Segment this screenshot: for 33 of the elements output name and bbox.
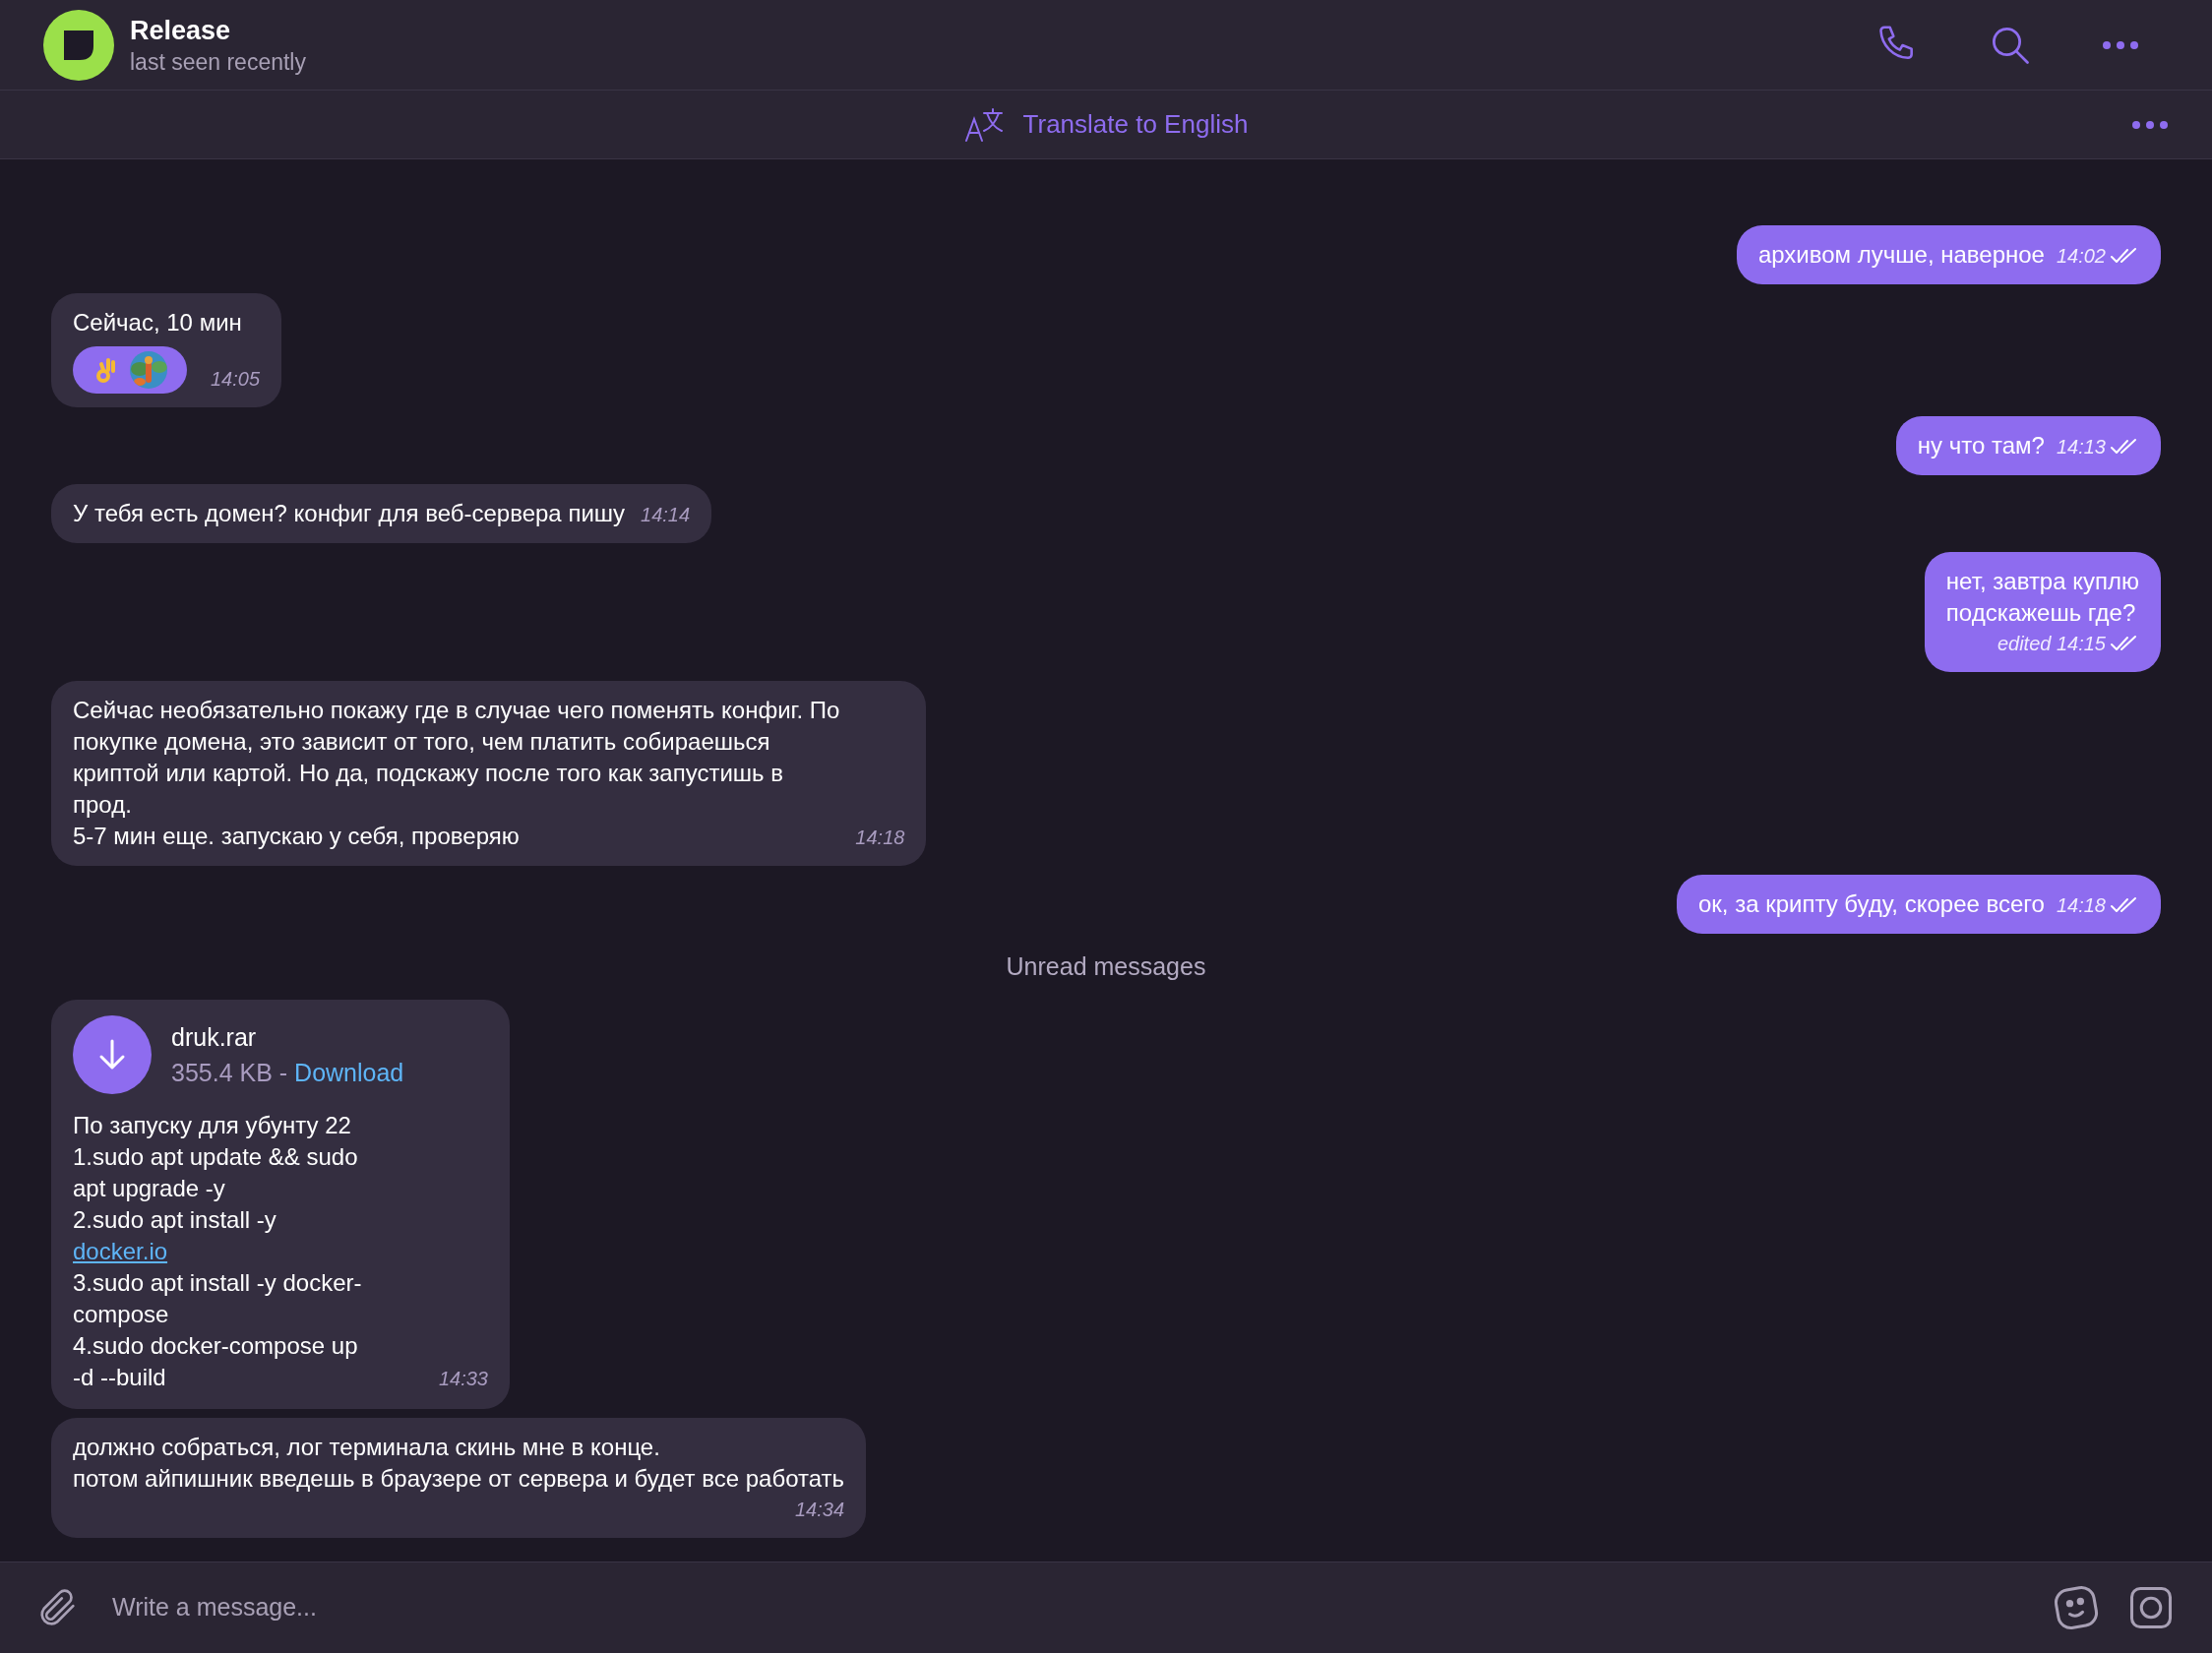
file-size: 355.4 KB - [171, 1058, 289, 1088]
message-time: 14:05 [211, 366, 261, 392]
message-input[interactable]: Write a message... [112, 1589, 2027, 1626]
file-name: druk.rar [171, 1022, 258, 1053]
more-icon[interactable] [2131, 120, 2169, 130]
message-text: Сейчас, 10 мин [73, 307, 243, 337]
message-text: нет, завтра куплю подскажешь где? [1945, 566, 2139, 628]
message-time: 14:18 [2056, 892, 2106, 918]
message-time: 14:18 [855, 825, 905, 850]
more-icon[interactable] [2102, 39, 2139, 50]
message-text: должно собраться, лог терминала скинь мне в конце. потом айпишник введешь в браузере от сервера и будет все работать [73, 1433, 845, 1494]
translate-icon [963, 106, 1004, 143]
logo-icon [62, 28, 95, 62]
contact-status: last seen recently [130, 47, 306, 77]
translate-button[interactable]: Translate to English [963, 105, 1249, 144]
message-time: 14:33 [438, 1367, 488, 1391]
link[interactable]: docker.io [73, 1238, 168, 1264]
message-time: 14:02 [2056, 243, 2106, 269]
message-text: У тебя есть домен? конфиг для веб-сервера пишу [73, 498, 626, 528]
message-time: 14:34 [794, 1498, 845, 1522]
message-text: ну что там? [1917, 430, 2045, 460]
message-text: Сейчас необязательно покажу где в случае чего поменять конфиг. По покупке домена, это зависит от того, чем платить собираешься криптой или картой. Но да, подскажу после того как запустишь в прод. 5-7 мин еще. запускаю у себя, проверяю [73, 695, 840, 851]
unread-divider: Unread messages [1006, 950, 1206, 982]
download-link[interactable]: Download [294, 1055, 404, 1090]
message-time: edited 14:15 [1997, 631, 2106, 656]
message-text: ок, за крипту буду, скорее всего [1697, 888, 2045, 919]
reaction-pill[interactable] [73, 345, 187, 394]
message-time: 14:13 [2056, 434, 2106, 459]
arrow-down-icon [97, 1038, 127, 1071]
message-time: 14:14 [641, 502, 691, 527]
message-text: По запуску для убунту 22 1.sudo apt update && sudo apt upgrade -y 2.sudo apt install -y docker.io 3.sudo apt install -y docker- compose 4.sudo docker-compose up -d --build [73, 1111, 362, 1392]
contact-name: Release [130, 14, 232, 47]
message-text: архивом лучше, наверное [1757, 239, 2045, 270]
